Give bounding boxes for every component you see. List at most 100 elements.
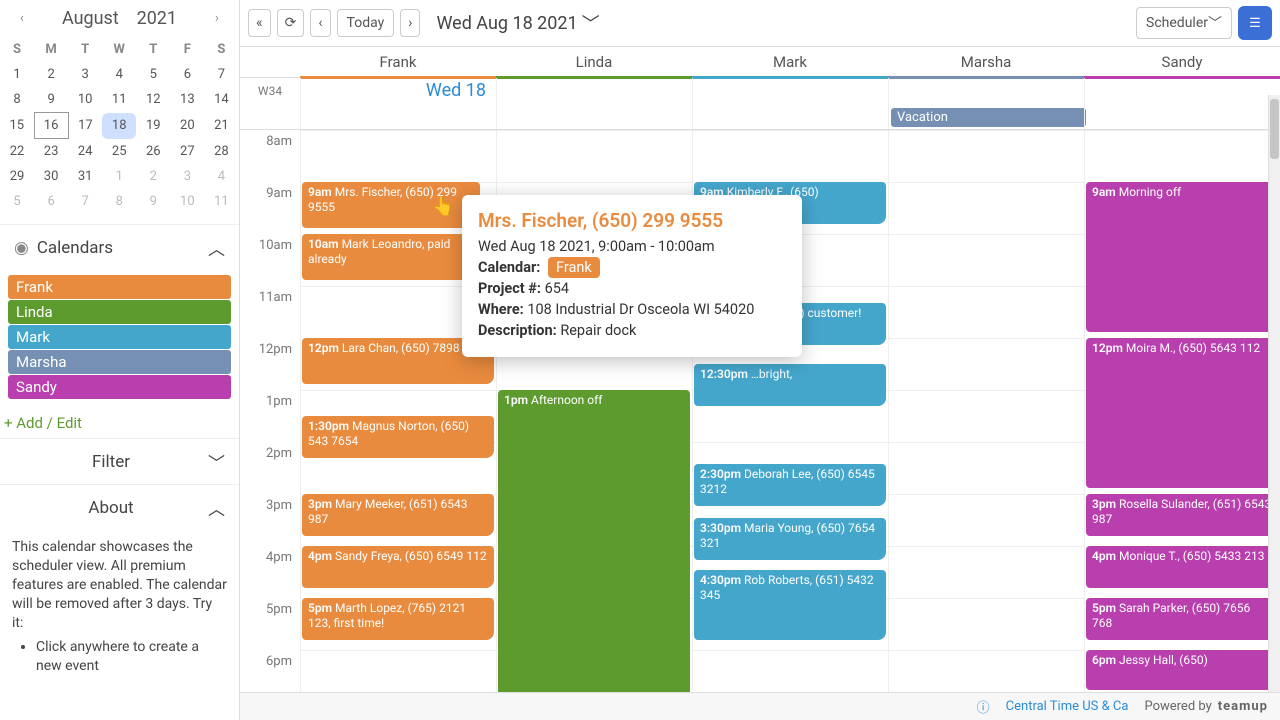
prev-day-button[interactable]: ‹: [310, 9, 330, 37]
popover-cal-label: Calendar:: [478, 259, 540, 276]
event[interactable]: 4pm Monique T., (650) 5433 213: [1086, 546, 1278, 588]
mini-day[interactable]: 6: [34, 189, 68, 214]
mini-day[interactable]: 1: [102, 164, 136, 189]
event[interactable]: 6pm Jessy Hall, (650): [1086, 650, 1278, 690]
mini-day[interactable]: 21: [204, 113, 238, 139]
mini-day[interactable]: 7: [204, 62, 238, 87]
grid-body[interactable]: 8am9am10am11am12pm1pm2pm3pm4pm5pm6pm 9am…: [240, 130, 1280, 720]
mini-day[interactable]: 2: [34, 62, 68, 87]
today-button[interactable]: Today: [337, 9, 395, 37]
mini-day[interactable]: 1: [0, 62, 34, 87]
mini-day[interactable]: 7: [68, 189, 102, 214]
column-header[interactable]: Marsha: [888, 47, 1084, 77]
mini-day[interactable]: 11: [102, 87, 136, 113]
mini-day[interactable]: 11: [204, 189, 238, 214]
mini-day[interactable]: 15: [0, 113, 34, 139]
mini-day[interactable]: 22: [0, 139, 34, 165]
about-section-head[interactable]: About ︿: [0, 484, 239, 530]
mini-day[interactable]: 27: [170, 139, 204, 165]
mini-day[interactable]: 2: [136, 164, 170, 189]
event[interactable]: 4:30pm Rob Roberts, (651) 5432 345: [694, 570, 886, 640]
date-picker[interactable]: Wed Aug 18 2021 ﹀: [436, 10, 599, 36]
mini-calendar[interactable]: SMTWTFS 12345678910111213141516171819202…: [0, 37, 239, 214]
brand-logo[interactable]: teamup: [1218, 699, 1268, 714]
scroll-thumb[interactable]: [1270, 99, 1279, 159]
mini-day[interactable]: 10: [170, 189, 204, 214]
mini-day[interactable]: 8: [102, 189, 136, 214]
vertical-scrollbar[interactable]: [1268, 95, 1280, 698]
event[interactable]: 12:30pm …bright,: [694, 364, 886, 406]
next-day-button[interactable]: ›: [400, 9, 420, 37]
mini-day[interactable]: 23: [34, 139, 68, 165]
mini-day[interactable]: 4: [204, 164, 238, 189]
scheduler: FrankLindaMarkMarshaSandy W34 Wed 18 Vac…: [240, 47, 1280, 720]
calendar-item[interactable]: Sandy: [8, 375, 231, 399]
visibility-icon[interactable]: ◉: [14, 238, 29, 258]
event[interactable]: 1pm Afternoon off: [498, 390, 690, 702]
mini-day[interactable]: 10: [68, 87, 102, 113]
mini-day[interactable]: 14: [204, 87, 238, 113]
mini-day[interactable]: 4: [102, 62, 136, 87]
filter-section-head[interactable]: Filter ﹀: [0, 438, 239, 484]
mini-day[interactable]: 18: [102, 113, 136, 139]
rewind-button[interactable]: «: [248, 9, 271, 37]
event[interactable]: 3:30pm Maria Young, (650) 7654 321: [694, 518, 886, 560]
mini-day[interactable]: 31: [68, 164, 102, 189]
mini-next-month[interactable]: ›: [207, 9, 227, 29]
event[interactable]: 2:30pm Deborah Lee, (650) 6545 3212: [694, 464, 886, 506]
info-icon[interactable]: ⓘ: [977, 697, 990, 716]
mini-year: 2021: [137, 8, 177, 29]
mini-day[interactable]: 30: [34, 164, 68, 189]
column-header[interactable]: Sandy: [1084, 47, 1280, 77]
popover-where-label: Where:: [478, 301, 524, 318]
event[interactable]: 3pm Rosella Sulander, (651) 6543 987: [1086, 494, 1278, 536]
column-header[interactable]: Frank: [300, 47, 496, 77]
add-edit-calendars[interactable]: + Add / Edit: [0, 408, 239, 438]
event[interactable]: 5pm Marth Lopez, (765) 2121 123, first t…: [302, 598, 494, 640]
event[interactable]: 4pm Sandy Freya, (650) 6549 112: [302, 546, 494, 588]
column-header[interactable]: Linda: [496, 47, 692, 77]
allday-event[interactable]: Vacation: [891, 108, 1086, 127]
popover-cal-tag[interactable]: Frank: [548, 257, 600, 278]
menu-button[interactable]: ☰: [1238, 6, 1272, 40]
mini-month: August: [62, 8, 119, 29]
mini-day[interactable]: 29: [0, 164, 34, 189]
timezone-link[interactable]: Central Time US & Ca: [1006, 699, 1129, 714]
toolbar: « ⟳ ‹ Today › Wed Aug 18 2021 ﹀ Schedule…: [240, 0, 1280, 47]
mini-day[interactable]: 28: [204, 139, 238, 165]
event[interactable]: 9am Mrs. Fischer, (650) 299 9555: [302, 182, 480, 228]
mini-day[interactable]: 6: [170, 62, 204, 87]
mini-day[interactable]: 3: [170, 164, 204, 189]
calendar-item[interactable]: Linda: [8, 300, 231, 324]
event[interactable]: 1:30pm Magnus Norton, (650) 543 7654: [302, 416, 494, 458]
calendar-item[interactable]: Mark: [8, 325, 231, 349]
calendars-section-head[interactable]: ◉Calendars ︿: [0, 224, 239, 270]
calendar-item[interactable]: Frank: [8, 275, 231, 299]
mini-day[interactable]: 13: [170, 87, 204, 113]
mini-day[interactable]: 5: [0, 189, 34, 214]
mini-day[interactable]: 20: [170, 113, 204, 139]
mini-day[interactable]: 17: [68, 113, 102, 139]
column-header[interactable]: Mark: [692, 47, 888, 77]
mini-day[interactable]: 8: [0, 87, 34, 113]
mini-prev-month[interactable]: ‹: [12, 9, 32, 29]
powered-label: Powered by: [1144, 699, 1211, 714]
mini-day[interactable]: 24: [68, 139, 102, 165]
event[interactable]: 5pm Sarah Parker, (650) 7656 768: [1086, 598, 1278, 640]
event[interactable]: 12pm Moira M., (650) 5643 112: [1086, 338, 1278, 488]
mini-day[interactable]: 25: [102, 139, 136, 165]
mini-day[interactable]: 12: [136, 87, 170, 113]
mini-day[interactable]: 9: [34, 87, 68, 113]
mini-day[interactable]: 9: [136, 189, 170, 214]
calendar-item[interactable]: Marsha: [8, 350, 231, 374]
refresh-button[interactable]: ⟳: [277, 9, 305, 37]
mini-day[interactable]: 26: [136, 139, 170, 165]
mini-day[interactable]: 3: [68, 62, 102, 87]
mini-day[interactable]: 19: [136, 113, 170, 139]
mini-day[interactable]: 5: [136, 62, 170, 87]
mini-calendar-header: ‹ August 2021 ›: [0, 0, 239, 37]
view-selector[interactable]: Scheduler ﹀: [1136, 7, 1232, 39]
mini-day[interactable]: 16: [34, 113, 68, 139]
event[interactable]: 9am Morning off: [1086, 182, 1278, 332]
event[interactable]: 3pm Mary Meeker, (651) 6543 987: [302, 494, 494, 536]
